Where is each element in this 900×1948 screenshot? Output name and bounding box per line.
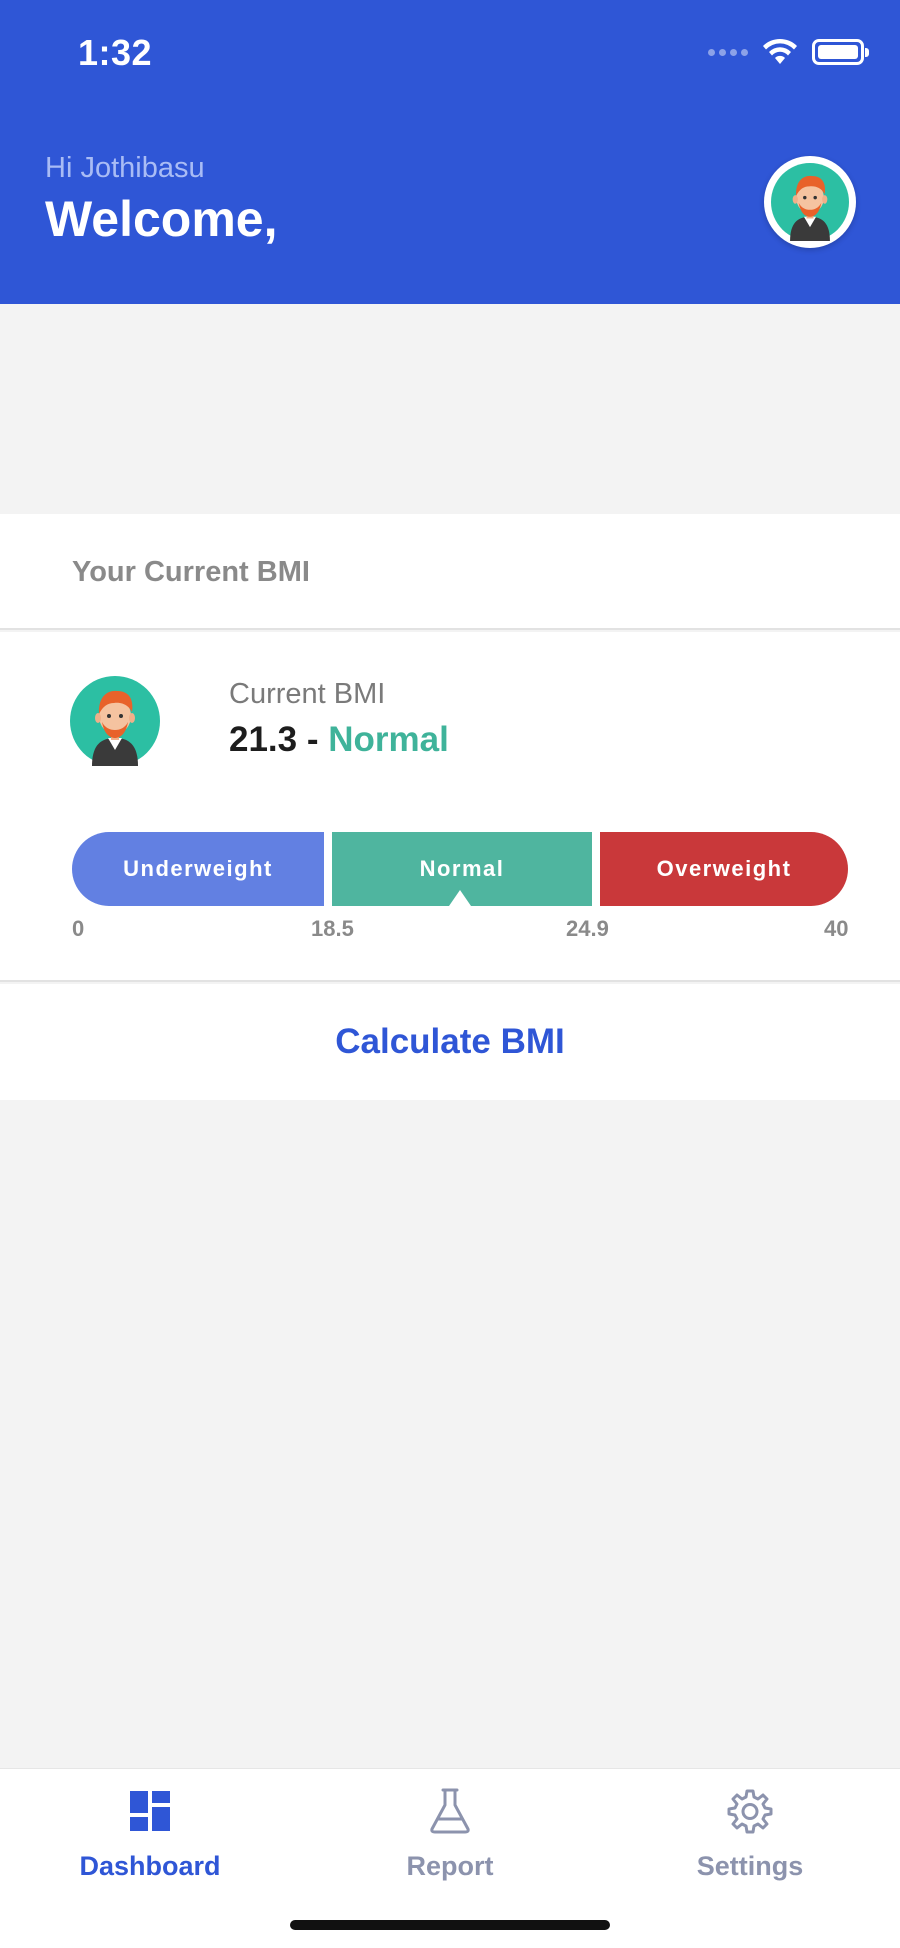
greeting-text: Hi Jothibasu — [45, 152, 205, 184]
user-avatar — [70, 676, 160, 766]
cellular-signal-icon — [708, 48, 748, 56]
scale-segment-overweight: Overweight — [600, 832, 848, 906]
scale-tick: 18.5 — [311, 916, 354, 941]
battery-icon — [812, 39, 869, 65]
tab-dashboard[interactable]: Dashboard — [0, 1783, 300, 1903]
welcome-title: Welcome, — [45, 191, 278, 247]
bmi-card-body: Current BMI 21.3 - Normal Underweight No… — [0, 632, 900, 982]
tab-label: Report — [406, 1851, 494, 1881]
tab-report[interactable]: Report — [300, 1783, 600, 1903]
status-icons — [708, 38, 869, 66]
current-bmi-label: Current BMI — [229, 678, 386, 710]
avatar-image — [771, 163, 849, 241]
home-indicator — [290, 1920, 610, 1930]
bmi-pointer — [449, 890, 471, 906]
tab-label: Dashboard — [79, 1851, 221, 1881]
calculate-bmi-button[interactable]: Calculate BMI — [335, 1022, 565, 1062]
current-bmi-value-row: 21.3 - Normal — [229, 720, 449, 760]
tab-settings[interactable]: Settings — [600, 1783, 900, 1903]
app-header: 1:32 Hi Jothibasu Welcome, — [0, 0, 900, 304]
calculate-bmi-row: Calculate BMI — [0, 984, 900, 1100]
scale-tick: 0 — [72, 916, 85, 941]
bmi-card-title: Your Current BMI — [72, 556, 310, 588]
bmi-value: 21.3 — [229, 720, 298, 759]
bmi-card-header: Your Current BMI — [0, 514, 900, 630]
bmi-status: Normal — [328, 720, 449, 759]
gear-icon — [727, 1789, 773, 1834]
scale-tick: 24.9 — [566, 916, 609, 941]
flask-icon — [430, 1788, 470, 1834]
dashboard-icon — [130, 1791, 170, 1831]
wifi-icon — [763, 38, 797, 64]
scale-tick: 40 — [824, 916, 849, 941]
profile-avatar[interactable] — [764, 156, 856, 248]
status-time: 1:32 — [78, 32, 153, 73]
scale-segment-underweight: Underweight — [72, 832, 324, 906]
tab-label: Settings — [696, 1851, 804, 1881]
bmi-separator: - — [297, 720, 329, 759]
